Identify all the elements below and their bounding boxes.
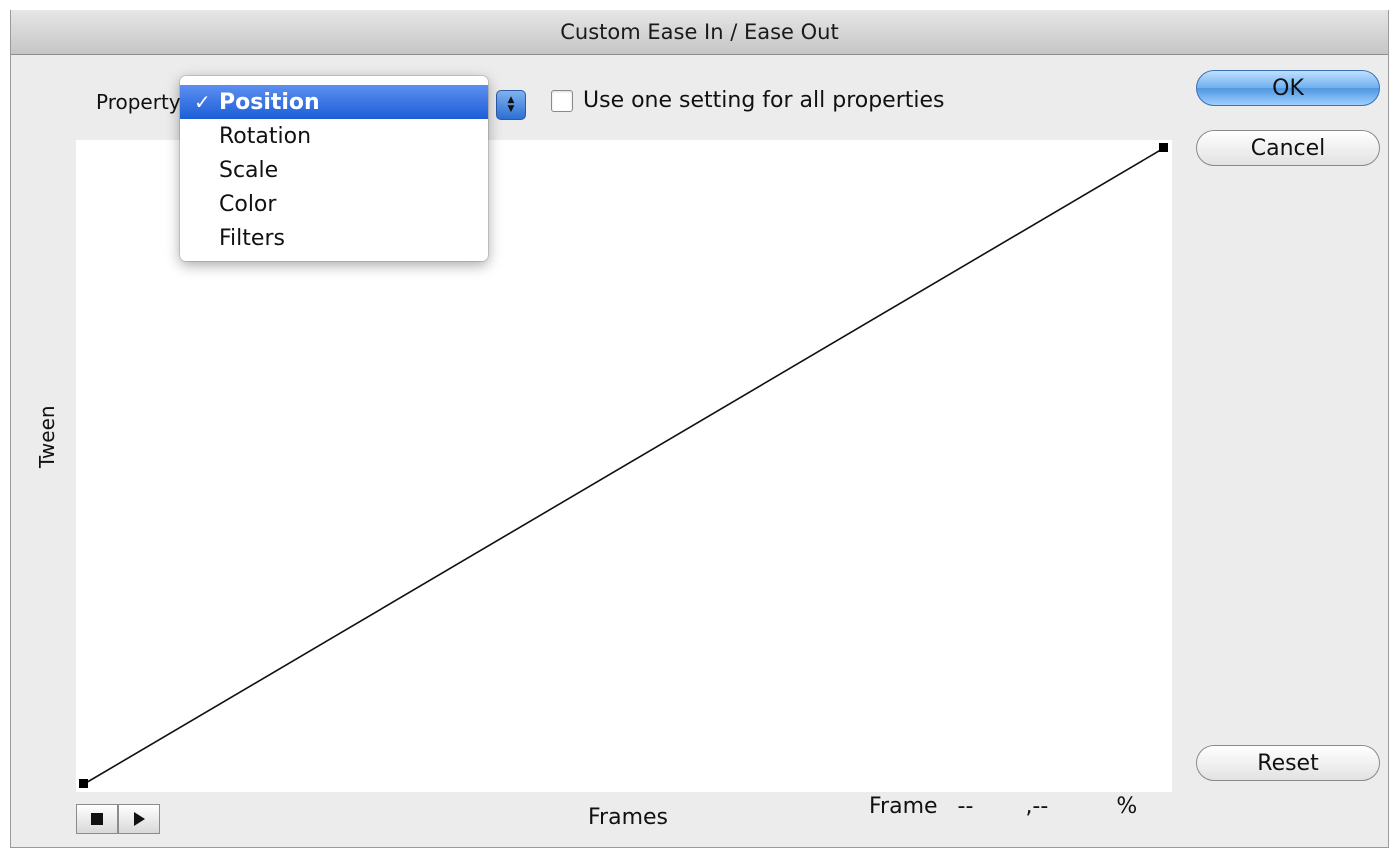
property-label: Property: [96, 90, 186, 114]
use-one-setting-row[interactable]: Use one setting for all properties [551, 88, 945, 113]
percent-symbol: % [1116, 794, 1138, 819]
property-option-scale[interactable]: Scale [180, 153, 488, 187]
property-dropdown-menu[interactable]: ✓ Position Rotation Scale Color Filters [180, 76, 488, 261]
start-control-point[interactable] [79, 779, 88, 788]
reset-button[interactable]: Reset [1196, 745, 1380, 781]
use-one-setting-checkbox[interactable] [551, 89, 573, 112]
checkmark-icon: ✓ [194, 90, 211, 114]
property-option-label: Position [219, 89, 320, 115]
property-option-color[interactable]: Color [180, 187, 488, 221]
play-button[interactable] [118, 804, 160, 834]
property-option-position[interactable]: ✓ Position [180, 85, 488, 119]
play-icon [134, 812, 145, 826]
property-option-filters[interactable]: Filters [180, 221, 488, 255]
stop-button[interactable] [76, 804, 118, 834]
stop-icon [91, 813, 103, 825]
chevron-down-icon: ▼ [507, 104, 515, 114]
end-control-point[interactable] [1159, 143, 1168, 152]
frame-readout: Frame -- ,-- % [869, 794, 1137, 819]
ease-dialog: Custom Ease In / Ease Out Property: ▲ ▼ … [10, 10, 1389, 848]
dialog-title: Custom Ease In / Ease Out [11, 10, 1388, 55]
property-option-label: Color [219, 191, 277, 217]
tween-readout-value: ,-- [1025, 794, 1049, 819]
property-option-rotation[interactable]: Rotation [180, 119, 488, 153]
tween-axis-label: Tween [35, 405, 59, 468]
cancel-button[interactable]: Cancel [1196, 130, 1380, 166]
property-option-label: Scale [219, 157, 279, 183]
property-select-arrows[interactable]: ▲ ▼ [496, 90, 526, 120]
frames-axis-label: Frames [588, 805, 669, 830]
ok-button[interactable]: OK [1196, 70, 1380, 106]
frame-readout-label: Frame [869, 794, 938, 819]
use-one-setting-label: Use one setting for all properties [583, 88, 945, 113]
property-option-label: Rotation [219, 123, 312, 149]
property-option-label: Filters [219, 225, 285, 251]
frame-readout-value: -- [957, 794, 974, 819]
